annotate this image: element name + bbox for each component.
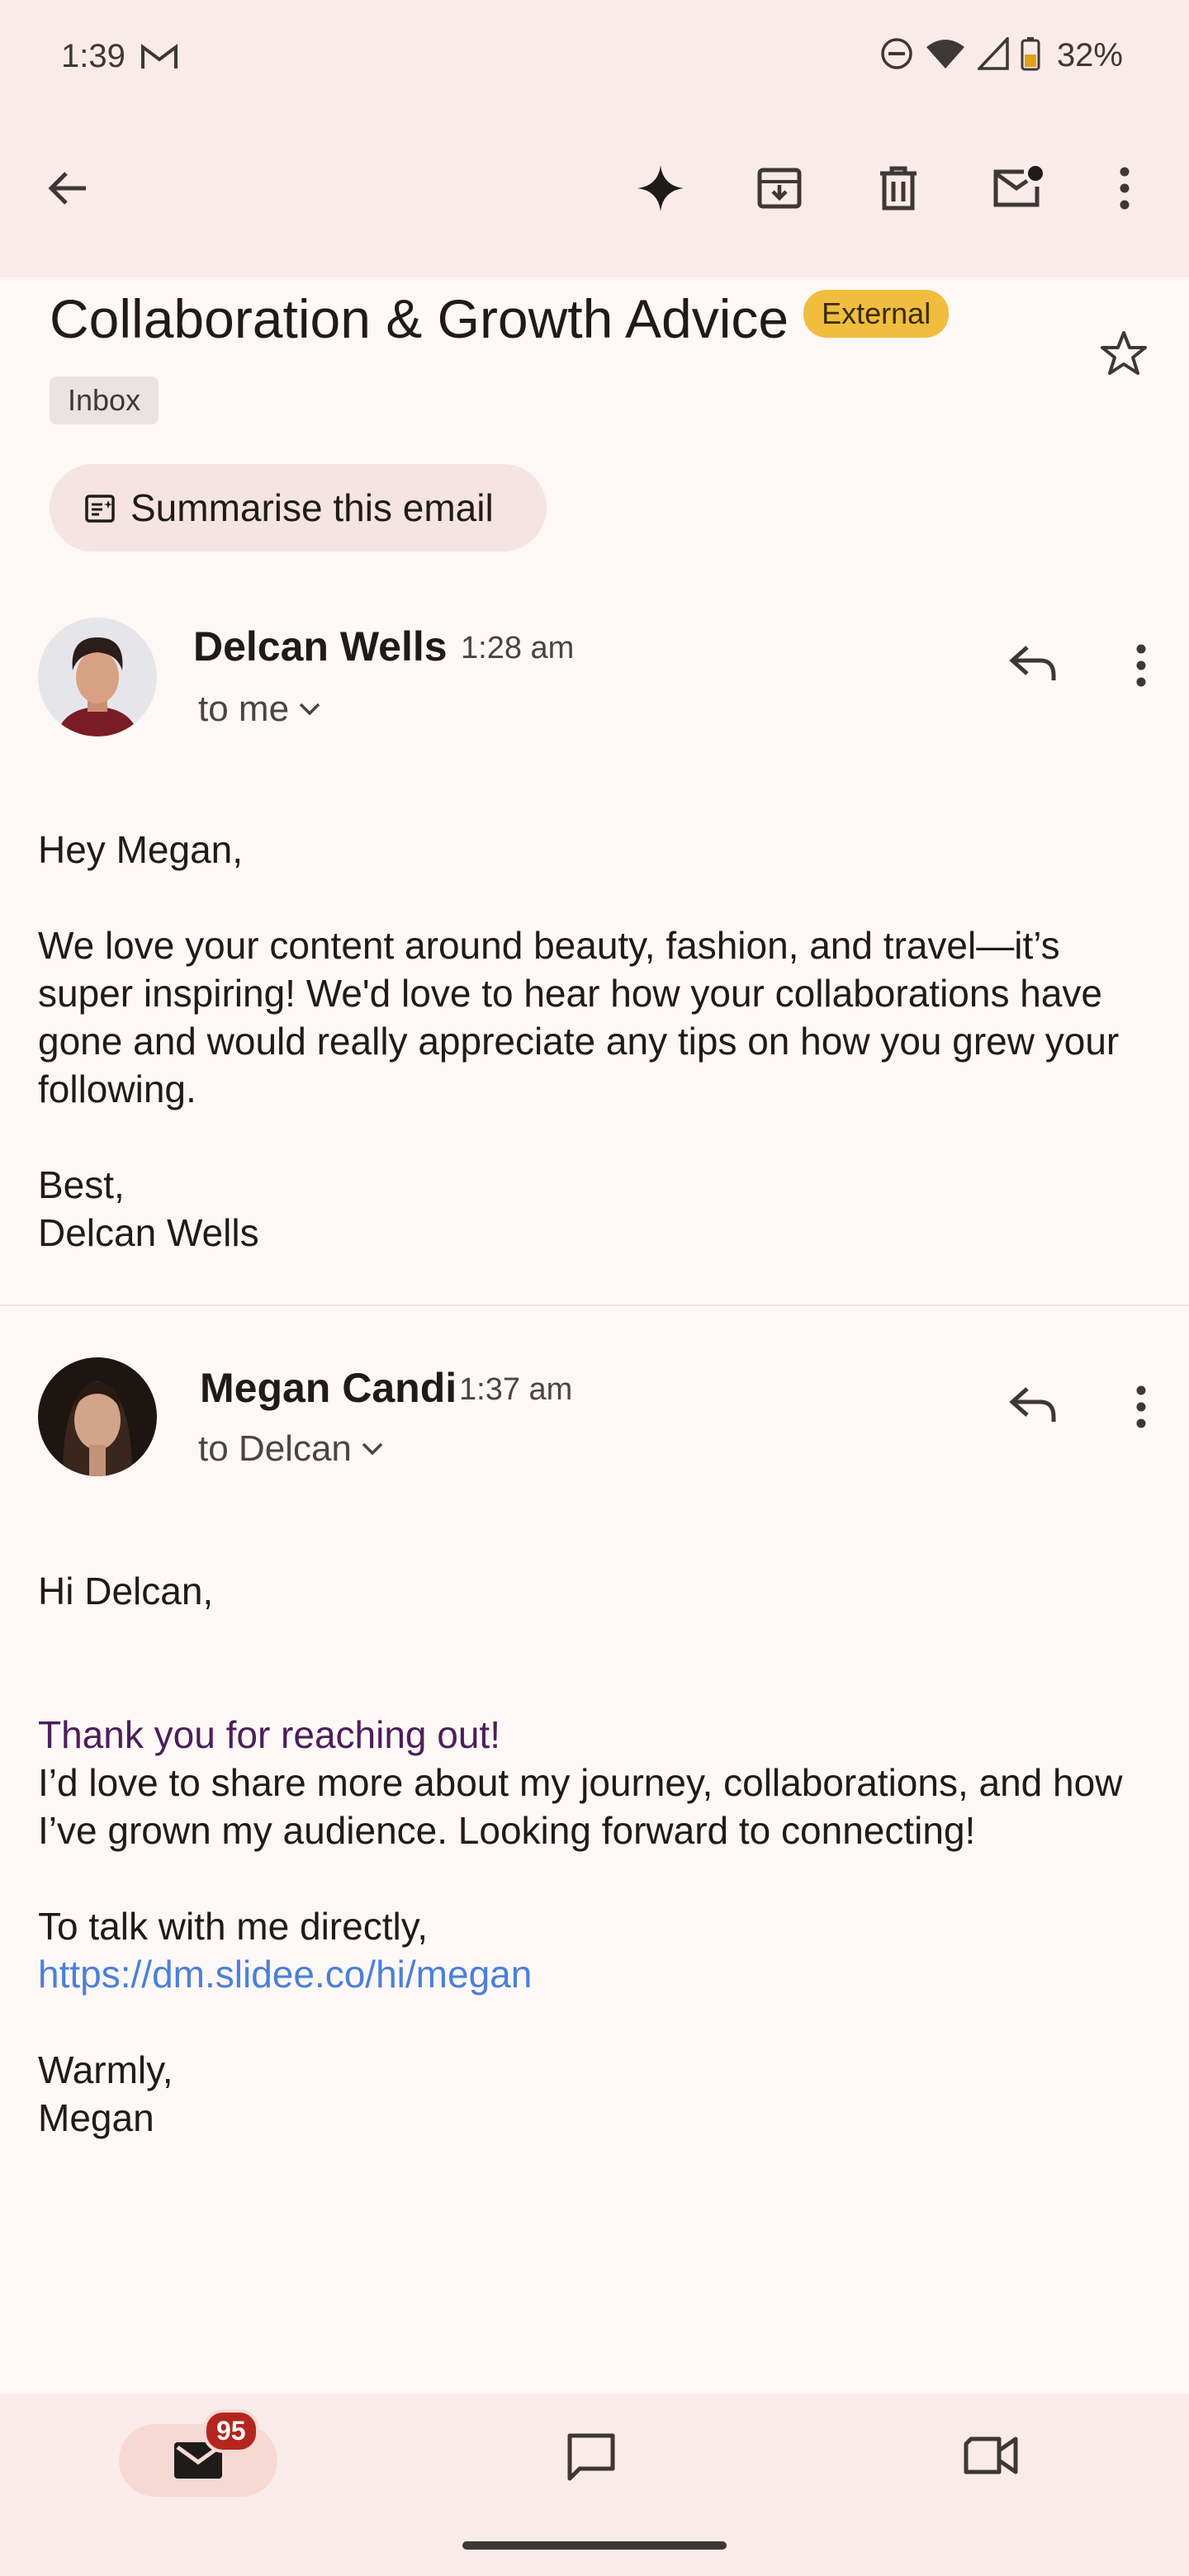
- reply-icon: [1009, 1387, 1056, 1422]
- reply-icon: [1009, 646, 1056, 680]
- archive-icon: [757, 168, 802, 209]
- sender-name: Megan Candi: [200, 1365, 457, 1411]
- body-paragraph: I’d love to share more about my journey,…: [38, 1761, 1123, 1852]
- sparkle-icon: [637, 165, 684, 211]
- home-indicator[interactable]: [462, 2541, 727, 2550]
- chat-icon: [567, 2433, 615, 2481]
- wifi-icon: [925, 37, 966, 74]
- archive-button[interactable]: [750, 159, 809, 218]
- body-greeting: Hi Delcan,: [38, 1570, 214, 1612]
- star-icon: [1101, 331, 1147, 375]
- summarise-label: Summarise this email: [130, 486, 494, 529]
- summary-icon: [84, 492, 116, 523]
- body-cta: To talk with me directly,: [38, 1905, 429, 1948]
- battery-icon: [1021, 36, 1040, 75]
- trash-icon: [880, 166, 917, 211]
- avatar[interactable]: [38, 618, 157, 736]
- more-options-button[interactable]: [1095, 159, 1154, 218]
- recipient-text: to me: [198, 689, 290, 729]
- more-vert-icon: [1136, 1385, 1146, 1428]
- message-time: 1:28 am: [461, 631, 575, 665]
- mark-unread-icon: [993, 166, 1043, 207]
- dnd-icon: [880, 37, 913, 74]
- reply-button[interactable]: [1007, 1384, 1057, 1429]
- signal-icon: [975, 35, 1009, 74]
- summarise-button[interactable]: Summarise this email: [50, 464, 547, 552]
- body-greeting: Hey Megan,: [38, 828, 244, 871]
- sender-name: Delcan Wells: [193, 623, 448, 670]
- mark-unread-button[interactable]: [988, 159, 1047, 218]
- message-more-button[interactable]: [1133, 642, 1149, 693]
- delete-button[interactable]: [869, 159, 928, 218]
- message-divider: [0, 1305, 1189, 1306]
- recipient-toggle[interactable]: to Delcan: [198, 1428, 385, 1470]
- nav-meet-tab[interactable]: [963, 2431, 1019, 2484]
- status-icons: 32%: [880, 35, 1123, 75]
- arrow-back-icon: [48, 172, 86, 205]
- chevron-down-icon: [299, 703, 320, 716]
- message-body: Hi Delcan, Thank you for reaching out! I…: [38, 1567, 1161, 2142]
- reply-button[interactable]: [1007, 642, 1057, 688]
- back-button[interactable]: [38, 159, 97, 218]
- external-badge: External: [803, 290, 950, 338]
- body-signoff: Best,: [38, 1163, 125, 1206]
- email-subject: Collaboration & Growth Advice: [50, 288, 789, 349]
- body-paragraph: We love your content around beauty, fash…: [38, 924, 1120, 1110]
- body-signature: Megan: [38, 2096, 154, 2139]
- folder-label-chip[interactable]: Inbox: [50, 376, 159, 424]
- subject-row: Collaboration & Growth Advice External: [50, 287, 1090, 350]
- body-highlight: Thank you for reaching out!: [38, 1713, 500, 1756]
- message-body: Hey Megan, We love your content around b…: [38, 826, 1161, 1257]
- more-vert-icon: [1120, 167, 1130, 210]
- status-time: 1:39: [61, 38, 126, 74]
- body-link[interactable]: https://dm.slidee.co/hi/megan: [38, 1950, 1161, 1998]
- recipient-text: to Delcan: [198, 1428, 352, 1469]
- chevron-down-icon: [362, 1442, 383, 1456]
- body-signature: Delcan Wells: [38, 1211, 259, 1254]
- recipient-toggle[interactable]: to me: [198, 689, 322, 730]
- avatar[interactable]: [38, 1357, 157, 1476]
- body-signoff: Warmly,: [38, 2048, 173, 2091]
- star-button[interactable]: [1100, 330, 1148, 381]
- video-camera-icon: [964, 2436, 1018, 2474]
- message-time: 1:37 am: [459, 1372, 573, 1407]
- message-more-button[interactable]: [1133, 1384, 1149, 1434]
- more-vert-icon: [1136, 644, 1146, 687]
- gemini-button[interactable]: [631, 159, 690, 218]
- gmail-notification-icon: [140, 43, 178, 75]
- nav-chat-tab[interactable]: [565, 2431, 618, 2488]
- unread-count-badge: 95: [203, 2409, 259, 2453]
- battery-percent: 32%: [1056, 37, 1123, 73]
